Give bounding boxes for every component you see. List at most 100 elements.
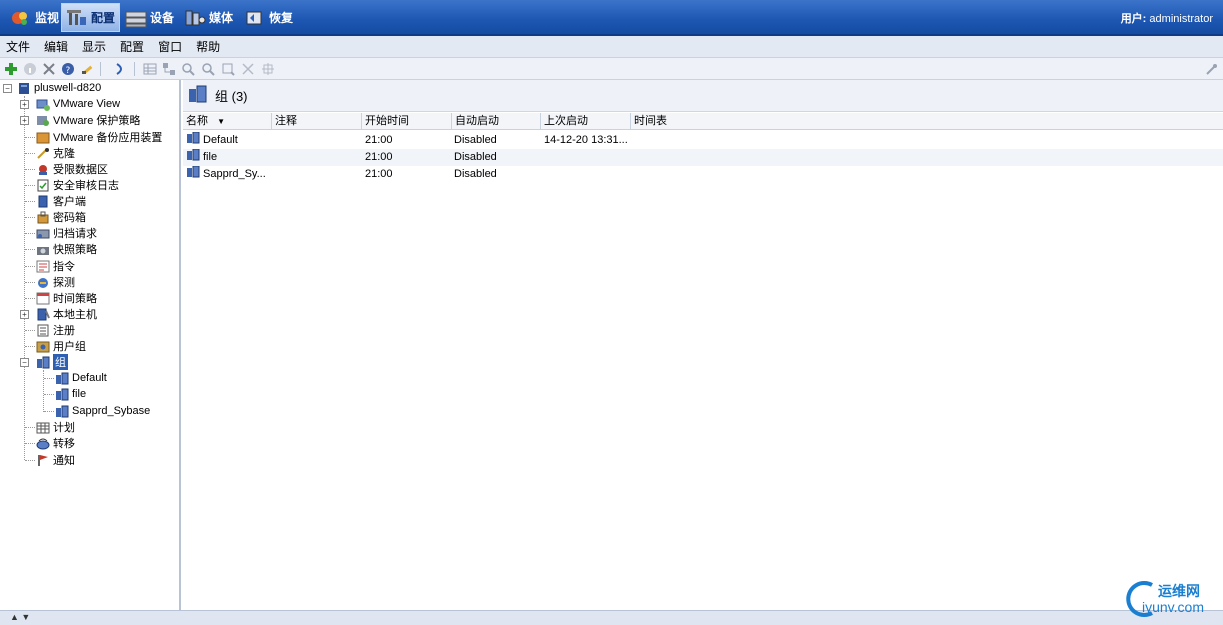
tree-item-groups[interactable]: 组 (36, 354, 68, 370)
menu-config[interactable]: 配置 (120, 38, 153, 55)
tree-branch (44, 411, 54, 412)
scroll-arrows-icon[interactable]: ▲ ▼ (10, 612, 30, 622)
tree-item-clients[interactable]: 客户端 (36, 193, 86, 209)
expand-icon[interactable] (240, 61, 256, 77)
nav-devices-button[interactable]: 设备 (121, 3, 178, 32)
tree-guide-line (43, 370, 44, 412)
tree-item-clone[interactable]: 克隆 (36, 145, 75, 161)
tree-group-file[interactable]: file (55, 386, 86, 402)
tree-item-lockbox[interactable]: 密码箱 (36, 209, 86, 225)
tree-group-sapprd-sybase[interactable]: Sapprd_Sybase (55, 403, 150, 419)
tree-item-vmware-backup-appliance[interactable]: VMware 备份应用装置 (36, 129, 162, 145)
settings-icon[interactable] (1203, 61, 1219, 77)
time-policy-icon (36, 292, 50, 305)
cell-start-time: 21:00 (365, 134, 393, 146)
tree-item-user-groups[interactable]: 用户组 (36, 338, 86, 354)
directive-icon (36, 260, 50, 273)
tree-item-label: 快照策略 (53, 244, 97, 256)
vmware-view-icon (36, 98, 50, 111)
cell-name-text: Default (203, 134, 238, 146)
vmware-policy-expander[interactable]: + (20, 116, 29, 125)
tree-item-directives[interactable]: 指令 (36, 258, 75, 274)
group-icon (55, 388, 69, 401)
nav-restore-button[interactable]: 恢复 (240, 3, 297, 32)
cell-name: Default (186, 132, 271, 149)
tree-branch (25, 266, 35, 267)
tree-item-security-audit-log[interactable]: 安全审核日志 (36, 177, 119, 193)
menu-edit[interactable]: 编辑 (44, 38, 77, 55)
tree-item-archive-requests[interactable]: 归档请求 (36, 225, 97, 241)
tree-item-label: 探测 (53, 277, 75, 289)
collapse-icon[interactable] (260, 61, 276, 77)
help-icon[interactable]: ? (60, 61, 76, 77)
search-icon[interactable] (80, 61, 96, 77)
nav-config-button[interactable]: 配置 (61, 3, 121, 32)
content-title: 组 (3) (215, 89, 248, 104)
tree-item-registration[interactable]: 注册 (36, 322, 75, 338)
table-row[interactable]: Default 21:00 Disabled 14-12-20 13:31... (183, 132, 1223, 149)
zoom-in-icon[interactable] (180, 61, 196, 77)
root-expander[interactable]: − (3, 84, 12, 93)
tree-branch (25, 137, 35, 138)
tree-item-restricted-datazone[interactable]: 受限数据区 (36, 161, 108, 177)
info-icon[interactable] (22, 61, 38, 77)
column-label: 开始时间 (365, 115, 409, 127)
tree-item-label: 指令 (53, 261, 75, 273)
snapshot-icon (36, 243, 50, 256)
column-header-comment[interactable]: 注释 (272, 113, 362, 130)
menu-view[interactable]: 显示 (82, 38, 115, 55)
menu-help[interactable]: 帮助 (196, 38, 229, 55)
tree-item-label: 密码箱 (53, 212, 86, 224)
tree-view-icon[interactable] (161, 61, 177, 77)
tree-branch (25, 346, 35, 347)
table-row[interactable]: Sapprd_Sy... 21:00 Disabled (183, 166, 1223, 183)
user-info: 用户: administrator (1121, 10, 1213, 26)
sort-desc-icon: ▼ (217, 117, 225, 126)
add-icon[interactable] (3, 61, 19, 77)
tree-item-snapshot-policy[interactable]: 快照策略 (36, 241, 97, 257)
probe-icon (36, 276, 50, 289)
tree-guide-line (24, 96, 25, 460)
menu-window[interactable]: 窗口 (158, 38, 191, 55)
nav-monitor-button[interactable]: 监视 (6, 3, 63, 32)
tree-item-time-policy[interactable]: 时间策略 (36, 290, 97, 306)
table-row[interactable]: file 21:00 Disabled (183, 149, 1223, 166)
list-view-icon[interactable] (142, 61, 158, 77)
audit-log-icon (36, 179, 50, 192)
top-navigation-bar: 监视 配置 设备 媒体 恢复 用户: administrator (0, 0, 1223, 36)
tree-group-default[interactable]: Default (55, 370, 107, 386)
vmware-view-expander[interactable]: + (20, 100, 29, 109)
nav-media-button[interactable]: 媒体 (180, 3, 237, 32)
tree-branch (25, 249, 35, 250)
table-header: 名称 ▼ 注释 开始时间 自动启动 上次启动 时间表 (183, 113, 1223, 130)
column-header-schedule[interactable]: 时间表 (631, 113, 721, 130)
vmware-policy-icon (36, 114, 50, 127)
column-header-start-time[interactable]: 开始时间 (362, 113, 452, 130)
refresh-icon[interactable] (112, 61, 128, 77)
tree-item-label: 安全审核日志 (53, 180, 119, 192)
tree-item-label: 组 (53, 354, 68, 370)
zoom-fit-icon[interactable] (220, 61, 236, 77)
tree-item-vmware-protection-policy[interactable]: VMware 保护策略 (36, 112, 140, 128)
tree-item-schedules[interactable]: 计划 (36, 419, 75, 435)
column-header-name[interactable]: 名称 ▼ (183, 113, 272, 130)
tree-item-label: 注册 (53, 325, 75, 337)
nav-media-label: 媒体 (209, 11, 234, 25)
localhost-expander[interactable]: + (20, 310, 29, 319)
tree-item-migration[interactable]: 转移 (36, 435, 75, 451)
tree-item-local-host[interactable]: 本地主机 (36, 306, 97, 322)
tree-item-probes[interactable]: 探测 (36, 274, 75, 290)
group-icon (187, 84, 209, 107)
delete-icon[interactable] (41, 61, 57, 77)
column-header-last-start[interactable]: 上次启动 (541, 113, 631, 130)
tree-item-vmware-view[interactable]: VMware View (36, 96, 120, 112)
tree-branch (25, 185, 35, 186)
tree-group-label: file (72, 388, 87, 400)
groups-expander[interactable]: − (20, 358, 29, 367)
tree-root[interactable]: pluswell-d820 (17, 80, 101, 96)
column-header-autostart[interactable]: 自动启动 (452, 113, 541, 130)
tree-item-notifications[interactable]: 通知 (36, 452, 75, 468)
group-icon (55, 372, 69, 385)
zoom-out-icon[interactable] (200, 61, 216, 77)
menu-file[interactable]: 文件 (6, 38, 39, 55)
